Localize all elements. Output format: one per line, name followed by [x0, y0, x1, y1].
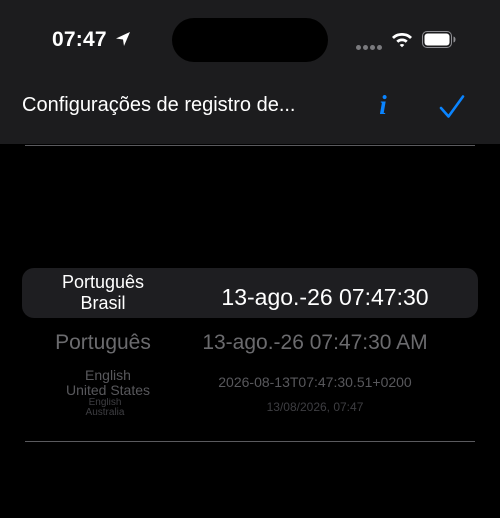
status-time: 07:47	[52, 28, 107, 51]
region-name: Brasil	[80, 293, 126, 313]
picker-row-date: 13-ago.-26 07:47:30 AM	[202, 331, 428, 354]
battery-icon	[422, 31, 456, 48]
picker-row-language: Português Brasil	[40, 272, 166, 314]
status-bar: 07:47	[0, 0, 500, 80]
picker-row[interactable]: English United States 2026-08-13T07:47:3…	[0, 368, 500, 398]
region-name: Australia	[85, 407, 125, 418]
picker-row-language: English United States	[38, 368, 178, 398]
picker-row[interactable]: Português 13-ago.-26 07:47:30 AM	[0, 331, 500, 357]
region-name: United States	[65, 382, 151, 398]
picker-row-date: 13-ago.-26 07:47:30	[221, 284, 429, 310]
language-name: English	[85, 367, 131, 383]
location-arrow-icon	[116, 32, 130, 46]
checkmark-done-button[interactable]	[438, 94, 466, 120]
language-name: Português	[55, 331, 151, 354]
top-divider	[25, 145, 475, 146]
language-name: Português	[61, 272, 145, 292]
picker-row[interactable]: English Australia 13/08/2026, 07:47	[0, 398, 500, 418]
info-button[interactable]: i	[371, 89, 395, 121]
dynamic-island	[172, 18, 328, 62]
wifi-icon	[392, 33, 412, 48]
page-title: Configurações de registro de...	[22, 94, 296, 116]
picker-row-date: 13/08/2026, 07:47	[266, 400, 364, 414]
picker-row-date: 2026-08-13T07:47:30.51+0200	[218, 374, 412, 390]
picker-row-selected[interactable]: Português Brasil 13-ago.-26 07:47:30	[0, 272, 500, 316]
navigation-bar: Configurações de registro de... i	[0, 80, 500, 144]
picker-row-language: English Australia	[50, 398, 160, 418]
cellular-signal-icon	[356, 37, 384, 50]
bottom-divider	[25, 441, 475, 442]
